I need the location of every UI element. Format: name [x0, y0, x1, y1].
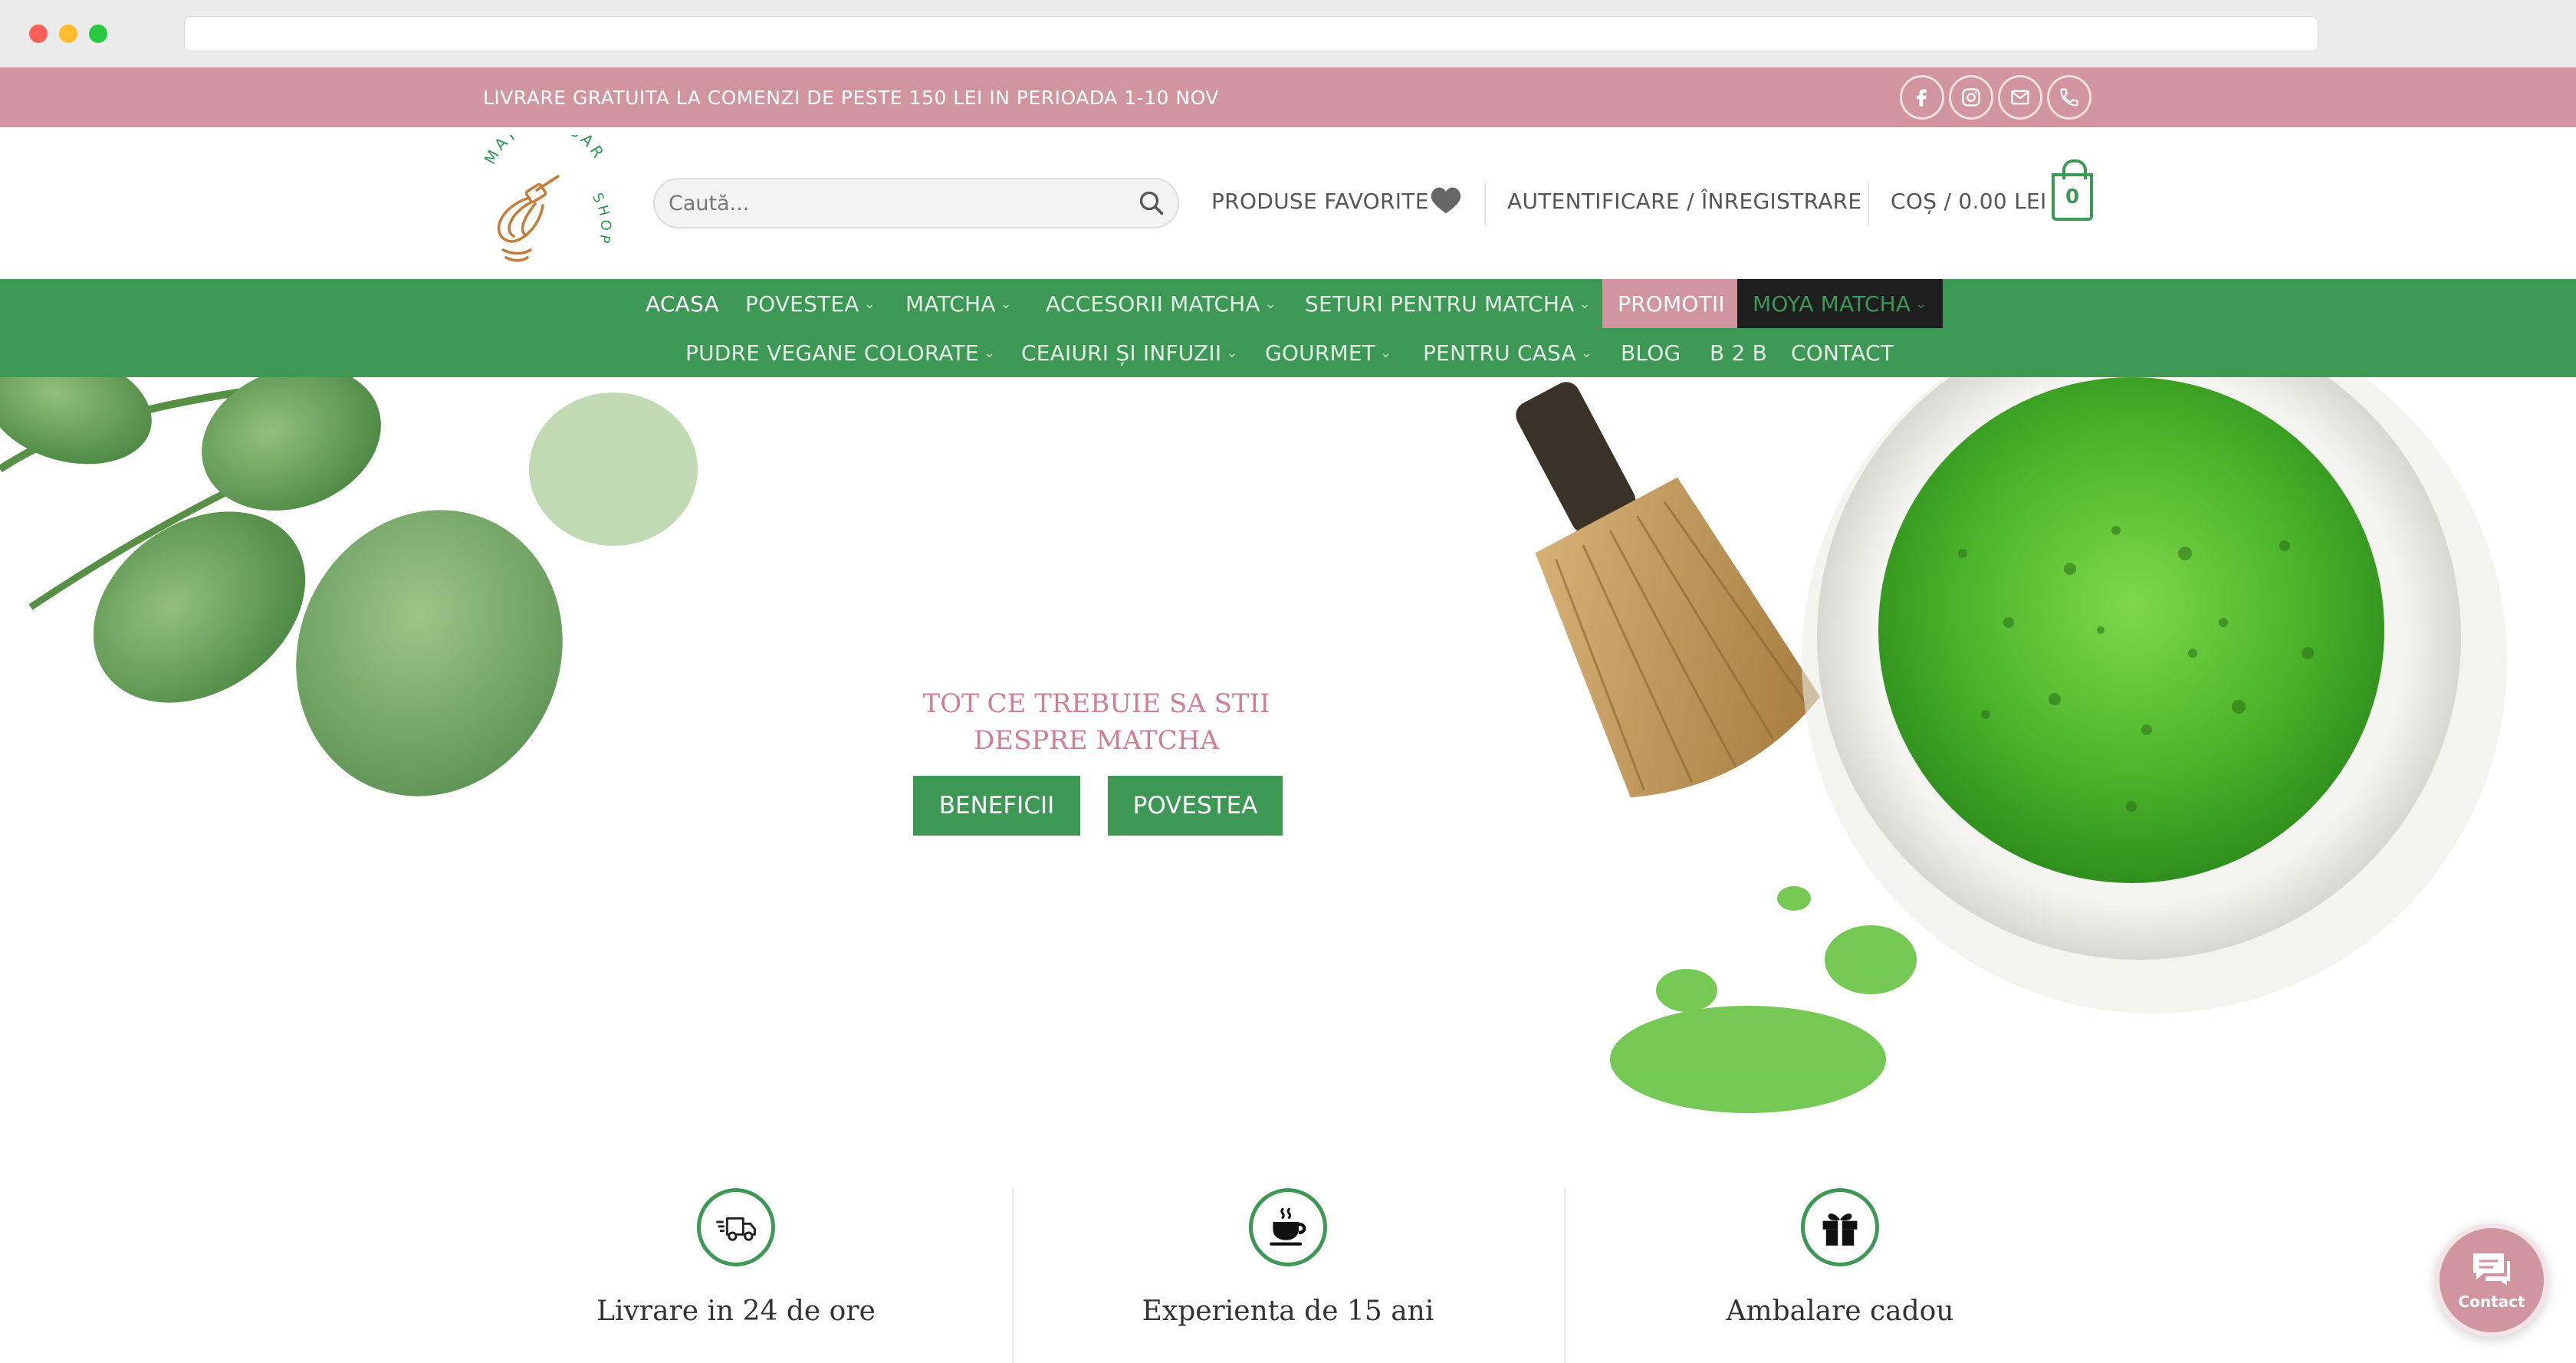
feature-title: Livrare in 24 de ore: [596, 1296, 876, 1327]
chevron-down-icon: ⌄: [983, 344, 996, 361]
hero-title: TOT CE TREBUIE SA STII DESPRE MATCHA: [922, 688, 1270, 756]
chevron-down-icon: ⌄: [863, 295, 876, 312]
facebook-link[interactable]: [1900, 75, 1944, 120]
cart-link[interactable]: COȘ / 0.00 LEI: [1891, 189, 2047, 214]
nav-item-promotii[interactable]: PROMOTII: [1602, 279, 1740, 328]
nav-item-contact[interactable]: CONTACT: [1791, 328, 1894, 377]
cart-count: 0: [2065, 186, 2080, 209]
email-icon: [2011, 90, 2029, 105]
cart-icon[interactable]: 0: [2052, 159, 2093, 221]
coffee-cup-icon: [1270, 1207, 1306, 1246]
chevron-down-icon: ⌄: [1226, 344, 1238, 361]
feature-title: Experienta de 15 ani: [1142, 1296, 1434, 1327]
nav-item-pentru-casa[interactable]: PENTRU CASA ⌄: [1423, 328, 1592, 377]
phone-link[interactable]: [2047, 75, 2091, 120]
feature-icon-circle: [1249, 1188, 1327, 1266]
matcha-powder: [1610, 886, 1917, 1113]
chevron-down-icon: ⌄: [1580, 344, 1593, 361]
site-header: MATCHA BAR SHOP PRODUSE FAVORITE AUTENTI…: [0, 114, 2576, 281]
chevron-down-icon: ⌄: [1000, 295, 1012, 312]
nav-item-gourmet[interactable]: GOURMET ⌄: [1265, 328, 1392, 377]
feature-icon-circle: [1801, 1188, 1879, 1266]
facebook-icon: [1917, 89, 1927, 107]
feature-experience: Experienta de 15 ani: [1089, 1188, 1487, 1327]
matcha-bar-shop-logo: MATCHA BAR SHOP: [481, 114, 613, 262]
contact-label: Contact: [2458, 1292, 2525, 1311]
nav-item-b2b[interactable]: B 2 B: [1710, 328, 1767, 377]
nav-item-pudre-vegane[interactable]: PUDRE VEGANE COLORATE ⌄: [685, 328, 995, 377]
browser-chrome: [0, 0, 2576, 67]
nav-item-matcha[interactable]: MATCHA ⌄: [905, 279, 1012, 328]
favorites-link[interactable]: PRODUSE FAVORITE: [1211, 189, 1429, 214]
nav-item-povestea[interactable]: POVESTEA ⌄: [745, 279, 876, 328]
delivery-truck-icon: [716, 1217, 756, 1241]
promo-text: LIVRARE GRATUITA LA COMENZI DE PESTE 150…: [483, 87, 1219, 109]
nav-item-accesorii-matcha[interactable]: ACCESORII MATCHA ⌄: [1046, 279, 1276, 328]
close-window-button[interactable]: [29, 25, 48, 43]
phone-icon: [2060, 88, 2078, 107]
heart-icon[interactable]: [1430, 186, 1462, 215]
hero-banner: TOT CE TREBUIE SA STII DESPRE MATCHA BEN…: [0, 377, 2576, 1144]
site-logo[interactable]: MATCHA BAR SHOP: [475, 114, 613, 277]
header-divider: [1868, 182, 1869, 225]
search-input[interactable]: [669, 179, 1113, 227]
bamboo-whisk: [1516, 382, 1821, 798]
svg-text:SHOP: SHOP: [589, 190, 613, 248]
hero-background-image: [0, 377, 2507, 1113]
feature-divider: [1564, 1187, 1566, 1363]
main-navigation: ACASA POVESTEA ⌄ MATCHA ⌄ ACCESORII MATCHA…: [0, 279, 2576, 377]
nav-item-acasa[interactable]: ACASA: [646, 279, 719, 328]
promo-bar: LIVRARE GRATUITA LA COMENZI DE PESTE 150…: [0, 67, 2576, 127]
nav-item-moya-matcha[interactable]: MOYA MATCHA ⌄: [1737, 279, 1943, 328]
chat-icon: [2473, 1253, 2510, 1286]
feature-divider: [1012, 1187, 1014, 1363]
email-link[interactable]: [1998, 75, 2042, 120]
feature-title: Ambalare cadou: [1726, 1296, 1954, 1327]
feature-gift: Ambalare cadou: [1641, 1188, 2039, 1327]
nav-item-blog[interactable]: BLOG: [1621, 328, 1681, 377]
chevron-down-icon: ⌄: [1264, 295, 1276, 312]
header-divider: [1484, 182, 1486, 225]
nav-item-seturi-matcha[interactable]: SETURI PENTRU MATCHA ⌄: [1305, 279, 1591, 328]
beneficii-button[interactable]: BENEFICII: [913, 776, 1080, 836]
search-box: [653, 178, 1179, 228]
gift-icon: [1822, 1214, 1858, 1246]
matcha-bowl: [1802, 377, 2507, 1013]
address-bar[interactable]: [184, 16, 2318, 51]
feature-icon-circle: [697, 1188, 775, 1266]
svg-text:MATCHA BAR: MATCHA BAR: [481, 135, 610, 167]
feature-delivery: Livrare in 24 de ore: [537, 1188, 935, 1327]
maximize-window-button[interactable]: [89, 25, 107, 43]
povestea-button[interactable]: POVESTEA: [1108, 776, 1283, 836]
minimize-window-button[interactable]: [59, 25, 77, 43]
account-link[interactable]: AUTENTIFICARE / ÎNREGISTRARE: [1507, 189, 1861, 214]
chevron-down-icon: ⌄: [1915, 295, 1927, 312]
instagram-icon: [1962, 88, 1980, 107]
leaves-illustration: [0, 377, 698, 796]
chevron-down-icon: ⌄: [1579, 295, 1591, 312]
chevron-down-icon: ⌄: [1380, 344, 1392, 361]
nav-item-ceaiuri-infuzii[interactable]: CEAIURI ȘI INFUZII ⌄: [1021, 328, 1238, 377]
search-icon[interactable]: [1138, 189, 1165, 217]
instagram-link[interactable]: [1949, 75, 1993, 120]
contact-chat-button[interactable]: Contact: [2435, 1223, 2548, 1337]
